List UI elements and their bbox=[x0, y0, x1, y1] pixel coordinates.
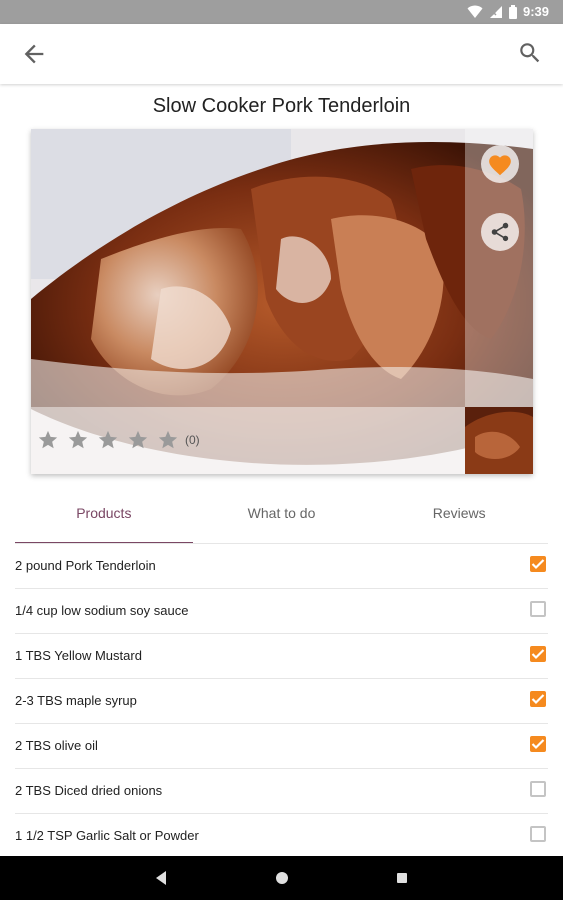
checkmark-icon bbox=[531, 559, 545, 570]
status-time: 9:39 bbox=[522, 4, 549, 19]
ingredient-label: 2-3 TBS maple syrup bbox=[15, 693, 137, 708]
star-icon[interactable] bbox=[37, 429, 59, 451]
wifi-icon bbox=[467, 5, 483, 18]
ingredient-label: 2 TBS olive oil bbox=[15, 738, 98, 753]
checkmark-icon bbox=[531, 739, 545, 750]
ingredient-checkbox[interactable] bbox=[530, 781, 546, 797]
search-button[interactable] bbox=[517, 40, 545, 68]
checkmark-icon bbox=[531, 649, 545, 660]
favorite-button[interactable] bbox=[481, 145, 519, 183]
ingredient-label: 1 1/2 TSP Garlic Salt or Powder bbox=[15, 828, 199, 843]
image-thumbnail[interactable] bbox=[465, 407, 533, 474]
ingredient-checkbox[interactable] bbox=[530, 556, 546, 572]
ingredient-checkbox[interactable] bbox=[530, 691, 546, 707]
star-icon[interactable] bbox=[67, 429, 89, 451]
list-item[interactable]: 2 pound Pork Tenderloin bbox=[15, 544, 548, 589]
list-item[interactable]: 2 TBS Diced dried onions bbox=[15, 769, 548, 814]
status-bar: 9:39 bbox=[0, 0, 563, 24]
ingredient-label: 2 TBS Diced dried onions bbox=[15, 783, 163, 798]
list-item[interactable]: 1 1/2 TSP Garlic Salt or Powder bbox=[15, 814, 548, 859]
arrow-back-icon bbox=[24, 44, 44, 64]
heart-icon bbox=[489, 155, 511, 176]
star-icon[interactable] bbox=[157, 429, 179, 451]
recipe-image[interactable]: (0) bbox=[31, 129, 533, 474]
search-icon bbox=[520, 43, 540, 63]
nav-back-icon[interactable] bbox=[154, 870, 168, 886]
list-item[interactable]: 2-3 TBS maple syrup bbox=[15, 679, 548, 724]
tab-reviews[interactable]: Reviews bbox=[370, 490, 548, 544]
ingredient-checkbox[interactable] bbox=[530, 601, 546, 617]
ingredient-list: 2 pound Pork Tenderloin 1/4 cup low sodi… bbox=[15, 544, 548, 859]
battery-icon bbox=[508, 5, 517, 19]
ingredient-checkbox[interactable] bbox=[530, 736, 546, 752]
checkmark-icon bbox=[531, 694, 545, 705]
nav-recents-icon[interactable] bbox=[397, 873, 407, 883]
rating-bar: (0) bbox=[31, 407, 465, 474]
list-item[interactable]: 2 TBS olive oil bbox=[15, 724, 548, 769]
rating-count: (0) bbox=[185, 433, 200, 447]
list-item[interactable]: 1 TBS Yellow Mustard bbox=[15, 634, 548, 679]
list-item[interactable]: 1/4 cup low sodium soy sauce bbox=[15, 589, 548, 634]
ingredient-label: 1 TBS Yellow Mustard bbox=[15, 648, 142, 663]
star-icon[interactable] bbox=[127, 429, 149, 451]
nav-home-icon[interactable] bbox=[276, 872, 288, 884]
ingredient-label: 1/4 cup low sodium soy sauce bbox=[15, 603, 189, 618]
ingredient-checkbox[interactable] bbox=[530, 646, 546, 662]
recipe-title: Slow Cooker Pork Tenderloin bbox=[152, 95, 411, 117]
system-nav-bar bbox=[0, 856, 563, 900]
tab-what-to-do[interactable]: What to do bbox=[193, 490, 371, 544]
status-icons: 9:39 bbox=[467, 3, 549, 21]
rating-stars[interactable]: (0) bbox=[37, 429, 200, 451]
recipe-tabs: Products What to do Reviews bbox=[15, 490, 548, 544]
app-bar bbox=[0, 24, 563, 84]
share-button[interactable] bbox=[481, 213, 519, 251]
back-button[interactable] bbox=[20, 40, 48, 68]
signal-icon bbox=[489, 6, 502, 18]
star-icon[interactable] bbox=[97, 429, 119, 451]
share-icon bbox=[491, 222, 509, 242]
tab-products[interactable]: Products bbox=[15, 490, 193, 544]
ingredient-checkbox[interactable] bbox=[530, 826, 546, 842]
ingredient-label: 2 pound Pork Tenderloin bbox=[15, 558, 156, 573]
